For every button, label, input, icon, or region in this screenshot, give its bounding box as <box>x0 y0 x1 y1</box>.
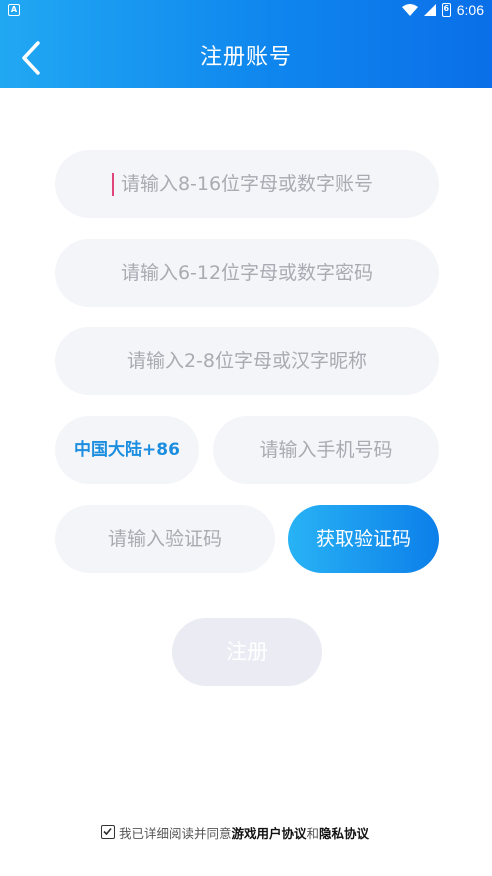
status-icons: 6 6:06 <box>401 2 484 18</box>
app-notification-icon: A <box>8 4 20 16</box>
header-bar: A 6 6:06 注册账号 <box>0 0 492 88</box>
privacy-agreement-link[interactable]: 隐私协议 <box>319 823 369 842</box>
page-title: 注册账号 <box>199 45 292 70</box>
wifi-icon <box>401 4 418 16</box>
agreement-conjunction: 和 <box>306 825 320 841</box>
verification-code-input[interactable]: 请输入验证码 <box>55 505 275 573</box>
agreement-row: 我已详细阅读并同意 游戏用户协议 和 隐私协议 <box>101 822 369 842</box>
user-agreement-link[interactable]: 游戏用户协议 <box>232 823 307 842</box>
battery-icon: 6 <box>441 3 451 17</box>
signal-icon <box>423 4 436 16</box>
phone-input[interactable]: 请输入手机号码 <box>213 416 439 484</box>
region-code-selector[interactable]: 中国大陆+86 <box>55 416 199 484</box>
get-code-button[interactable]: 获取验证码 <box>288 505 439 573</box>
password-input[interactable]: 请输入6-12位字母或数字密码 <box>55 239 439 307</box>
agreement-checkbox[interactable] <box>101 825 115 839</box>
agreement-prefix: 我已详细阅读并同意 <box>119 825 232 841</box>
text-cursor <box>112 173 114 196</box>
status-time: 6:06 <box>456 2 484 18</box>
register-button[interactable]: 注册 <box>172 618 322 686</box>
status-bar: A 6 6:06 <box>0 0 492 20</box>
checkmark-icon <box>103 827 112 836</box>
nickname-input[interactable]: 请输入2-8位字母或汉字昵称 <box>55 327 439 395</box>
